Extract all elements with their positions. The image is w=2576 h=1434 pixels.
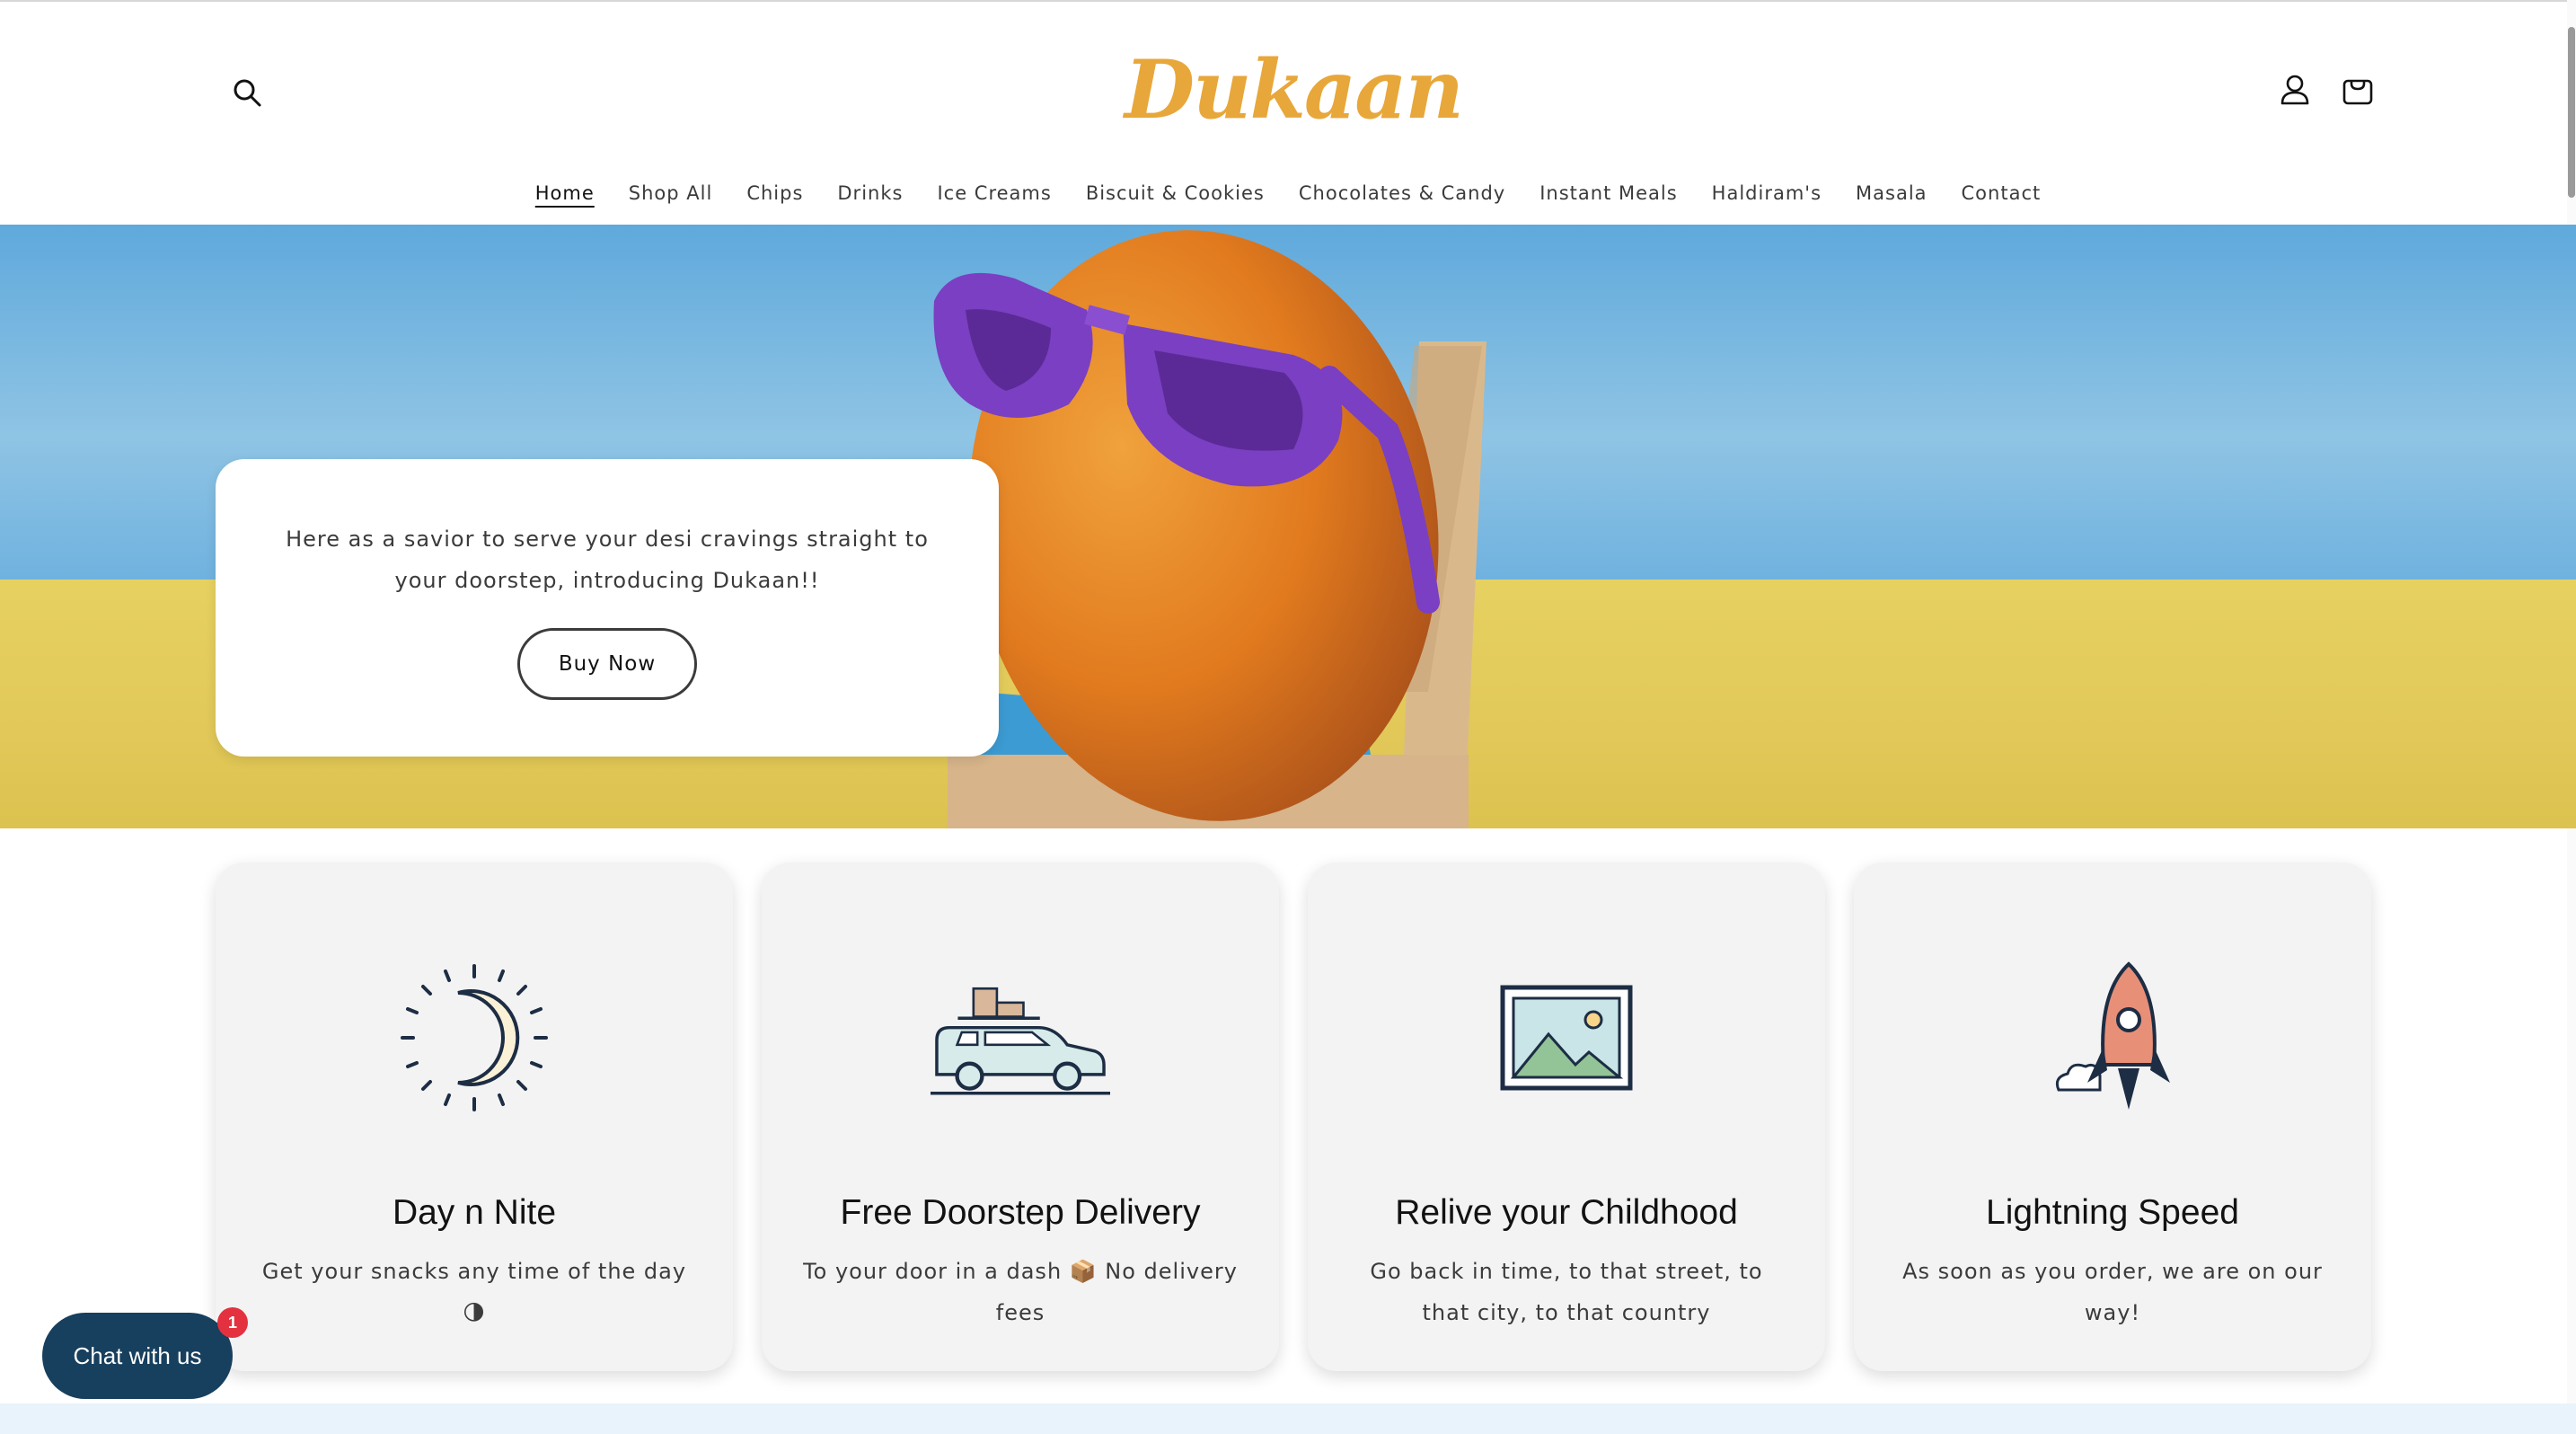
chat-button[interactable]: Chat with us bbox=[42, 1313, 233, 1399]
nav-item-drinks[interactable]: Drinks bbox=[820, 176, 920, 212]
feature-title: Lightning Speed bbox=[1986, 1193, 2239, 1232]
feature-card-day-n-nite: Day n Nite Get your snacks any time of t… bbox=[216, 863, 733, 1371]
nav-item-contact[interactable]: Contact bbox=[1945, 176, 2059, 212]
moon-icon bbox=[384, 948, 564, 1128]
feature-card-speed: Lightning Speed As soon as you order, we… bbox=[1854, 863, 2371, 1371]
main-nav: Home Shop All Chips Drinks Ice Creams Bi… bbox=[0, 176, 2576, 212]
nav-item-instant-meals[interactable]: Instant Meals bbox=[1522, 176, 1694, 212]
rocket-icon bbox=[2023, 948, 2202, 1128]
feature-card-delivery: Free Doorstep Delivery To your door in a… bbox=[762, 863, 1279, 1371]
nav-item-haldirams[interactable]: Haldiram's bbox=[1695, 176, 1839, 212]
search-icon bbox=[234, 79, 261, 107]
hero-banner: Here as a savior to serve your desi crav… bbox=[0, 225, 2576, 828]
nav-item-chips[interactable]: Chips bbox=[729, 176, 820, 212]
feature-text: As soon as you order, we are on our way! bbox=[1902, 1259, 2323, 1325]
search-button[interactable] bbox=[225, 70, 269, 115]
feature-title: Relive your Childhood bbox=[1395, 1193, 1738, 1232]
hero-card: Here as a savior to serve your desi crav… bbox=[216, 459, 999, 757]
car-icon bbox=[931, 948, 1110, 1128]
account-button[interactable] bbox=[2272, 67, 2317, 112]
cart-button[interactable] bbox=[2335, 67, 2380, 112]
picture-icon bbox=[1477, 948, 1656, 1128]
chat-notification-badge: 1 bbox=[217, 1307, 248, 1338]
nav-item-home[interactable]: Home bbox=[518, 176, 612, 212]
scrollbar-thumb[interactable] bbox=[2568, 27, 2575, 198]
hero-text: Here as a savior to serve your desi crav… bbox=[286, 527, 929, 593]
feature-text: Get your snacks any time of the day 🌗 bbox=[261, 1259, 687, 1325]
feature-title: Free Doorstep Delivery bbox=[840, 1193, 1201, 1232]
next-section-band bbox=[0, 1403, 2576, 1434]
nav-item-chocolates-candy[interactable]: Chocolates & Candy bbox=[1282, 176, 1522, 212]
cart-icon bbox=[2342, 79, 2373, 105]
site-logo[interactable]: Dukaan bbox=[1125, 36, 1464, 144]
nav-item-shop-all[interactable]: Shop All bbox=[612, 176, 730, 212]
user-icon bbox=[2280, 75, 2309, 105]
nav-item-biscuit-cookies[interactable]: Biscuit & Cookies bbox=[1069, 176, 1282, 212]
top-border bbox=[0, 0, 2576, 2]
feature-card-childhood: Relive your Childhood Go back in time, t… bbox=[1308, 863, 1825, 1371]
nav-item-ice-creams[interactable]: Ice Creams bbox=[920, 176, 1068, 212]
buy-now-button[interactable]: Buy Now bbox=[517, 628, 697, 700]
feature-title: Day n Nite bbox=[392, 1193, 557, 1232]
feature-text: Go back in time, to that street, to that… bbox=[1370, 1259, 1763, 1325]
feature-text: To your door in a dash 📦 No delivery fee… bbox=[803, 1259, 1238, 1325]
nav-item-masala[interactable]: Masala bbox=[1839, 176, 1945, 212]
